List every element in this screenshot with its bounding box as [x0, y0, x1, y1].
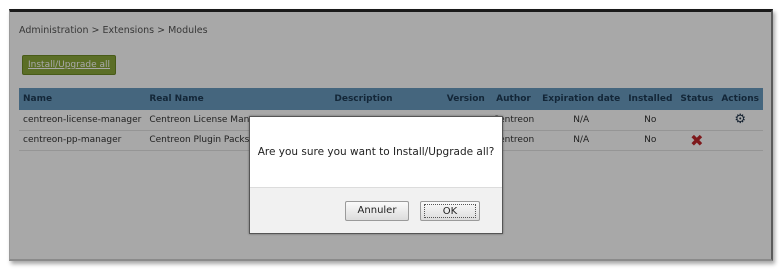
cancel-button[interactable]: Annuler: [345, 201, 409, 221]
dialog-footer: Annuler OK: [250, 187, 502, 233]
app-window: Administration > Extensions > Modules In…: [9, 9, 773, 261]
confirm-dialog: Are you sure you want to Install/Upgrade…: [249, 116, 503, 234]
ok-button[interactable]: OK: [420, 201, 480, 221]
ok-button-label: OK: [424, 204, 476, 218]
dialog-message: Are you sure you want to Install/Upgrade…: [257, 146, 495, 158]
